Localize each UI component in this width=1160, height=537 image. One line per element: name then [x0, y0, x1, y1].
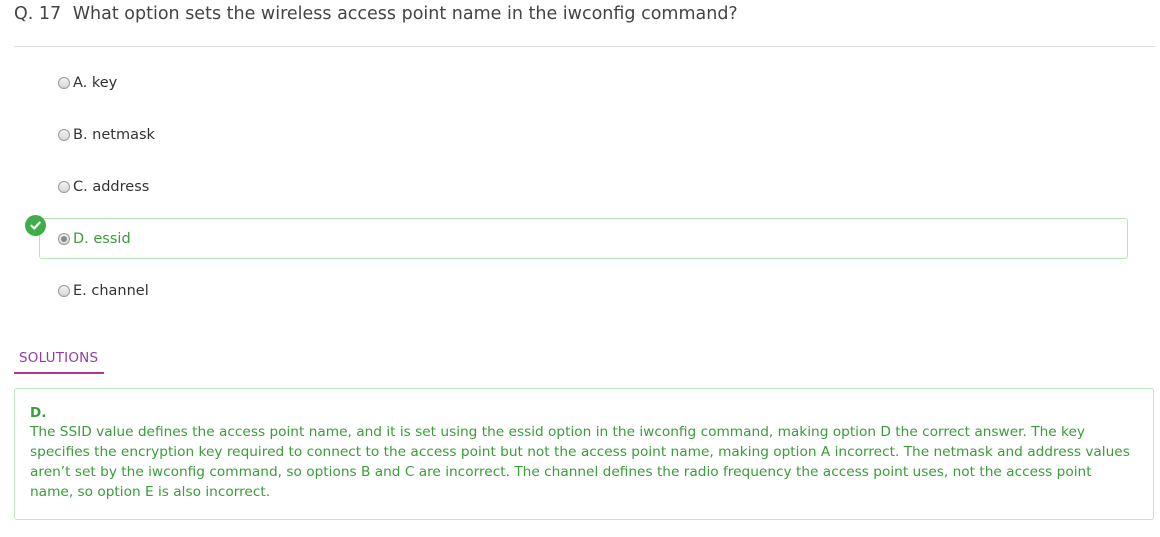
solution-panel: D. The SSID value defines the access poi…	[14, 388, 1154, 520]
option-label: E. channel	[73, 283, 149, 299]
option-label: B. netmask	[73, 127, 155, 143]
radio-button[interactable]	[58, 129, 70, 141]
question-number: Q. 17	[14, 4, 62, 24]
correct-answer-highlight	[39, 218, 1128, 259]
option-c[interactable]: C. address	[58, 177, 149, 197]
header-divider	[14, 46, 1155, 47]
option-b[interactable]: B. netmask	[58, 125, 155, 145]
check-circle-icon	[25, 215, 46, 236]
option-d[interactable]: D. essid	[58, 229, 131, 249]
solution-answer: D.	[30, 405, 47, 421]
solution-explanation: The SSID value defines the access point …	[30, 424, 1130, 500]
radio-button[interactable]	[58, 181, 70, 193]
option-a[interactable]: A. key	[58, 73, 117, 93]
tab-solutions[interactable]: SOLUTIONS	[14, 348, 104, 374]
radio-button[interactable]	[58, 77, 70, 89]
radio-button-selected[interactable]	[58, 233, 70, 245]
quiz-question-page: Q. 17 What option sets the wireless acce…	[0, 0, 1160, 537]
option-e[interactable]: E. channel	[58, 281, 149, 301]
radio-button[interactable]	[58, 285, 70, 297]
option-label: D. essid	[73, 231, 131, 247]
question-text: What option sets the wireless access poi…	[72, 4, 738, 24]
question-header: Q. 17 What option sets the wireless acce…	[14, 4, 738, 24]
option-label: C. address	[73, 179, 150, 195]
option-label: A. key	[73, 75, 118, 91]
